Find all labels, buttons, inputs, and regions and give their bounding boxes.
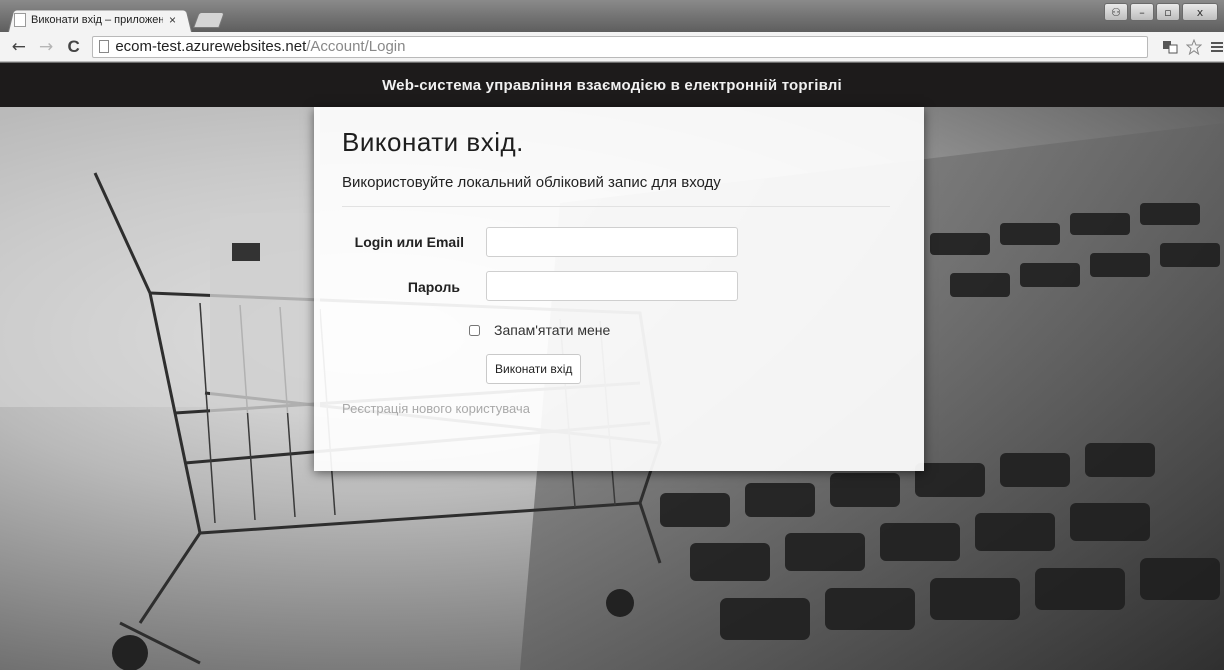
star-icon[interactable] bbox=[1186, 38, 1203, 55]
translate-icon[interactable] bbox=[1162, 40, 1178, 54]
password-input[interactable] bbox=[486, 271, 738, 301]
login-submit-button[interactable]: Виконати вхід bbox=[486, 354, 582, 384]
browser-tabstrip: Виконати вхід – приложени × ⚇ – ▫ x bbox=[0, 0, 1224, 32]
login-subtitle: Використовуйте локальний обліковий запис… bbox=[342, 174, 721, 191]
page-title: Виконати вхід. bbox=[342, 127, 524, 157]
new-tab-button[interactable] bbox=[193, 12, 225, 28]
login-panel: Виконати вхід. Використовуйте локальний … bbox=[314, 107, 924, 471]
url-host: ecom-test.azurewebsites.net bbox=[115, 38, 307, 55]
window-controls: ⚇ – ▫ x bbox=[1104, 3, 1218, 21]
divider bbox=[342, 206, 890, 207]
menu-icon[interactable] bbox=[1210, 40, 1224, 54]
browser-toolbar: ← → C ecom-test.azurewebsites.net/Accoun… bbox=[0, 32, 1224, 62]
user-profile-icon[interactable]: ⚇ bbox=[1104, 3, 1128, 21]
login-email-label: Login или Email bbox=[354, 234, 464, 250]
browser-tab-content[interactable]: Виконати вхід – приложени × bbox=[14, 10, 190, 30]
minimize-button[interactable]: – bbox=[1130, 3, 1154, 21]
back-button[interactable]: ← bbox=[10, 37, 27, 57]
forward-button[interactable]: → bbox=[37, 37, 54, 57]
close-window-button[interactable]: x bbox=[1182, 3, 1218, 21]
remember-me-checkbox[interactable] bbox=[469, 324, 480, 336]
app-title[interactable]: Web-система управління взаємодією в елек… bbox=[382, 77, 842, 94]
toolbar-right bbox=[1162, 38, 1224, 55]
remember-me[interactable]: Запам'ятати мене bbox=[469, 322, 610, 338]
login-email-input[interactable] bbox=[486, 227, 738, 257]
url-path: /Account/Login bbox=[306, 38, 406, 55]
tab-title: Виконати вхід – приложени bbox=[31, 14, 163, 26]
page-favicon-icon bbox=[14, 13, 26, 27]
maximize-button[interactable]: ▫ bbox=[1156, 3, 1180, 21]
register-link[interactable]: Реєстрація нового користувача bbox=[342, 401, 530, 416]
remember-me-label: Запам'ятати мене bbox=[494, 322, 611, 338]
page-icon bbox=[99, 40, 110, 53]
app-header: Web-система управління взаємодією в елек… bbox=[0, 63, 1224, 107]
reload-button[interactable]: C bbox=[65, 37, 82, 57]
tab-close-icon[interactable]: × bbox=[169, 13, 176, 27]
password-label: Пароль bbox=[407, 279, 460, 295]
address-bar[interactable]: ecom-test.azurewebsites.net/Account/Logi… bbox=[92, 35, 1149, 58]
